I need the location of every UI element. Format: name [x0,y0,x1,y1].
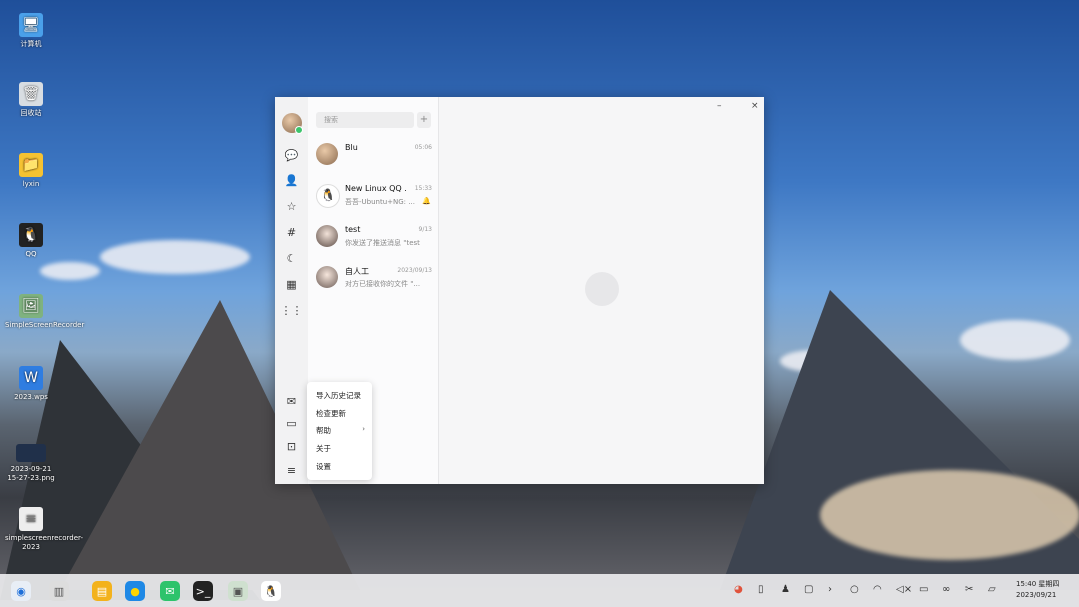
qq-penguin-icon: 🐧 [19,223,43,247]
cloud [820,470,1079,560]
trash-icon: 🗑 [19,82,43,106]
desktop-icon-label: QQ [25,250,37,258]
desktop-icon-label: 2023.wps [14,393,48,401]
color-picker-icon[interactable]: ◕ [734,584,743,595]
terminal-icon[interactable]: >_ [193,581,213,601]
contacts-icon[interactable]: 👤 [283,172,300,189]
avatar [316,143,338,165]
mute-icon: 🔔 [422,197,431,205]
qq-penguin-icon: 🐧 [316,184,340,208]
channel-icon[interactable]: # [283,224,300,241]
timestamp: 9/13 [418,226,432,233]
list-item[interactable]: 自人工 2023/09/13 对方已接收你的文件 "..." [308,260,438,300]
tools-icon[interactable]: ✂ [965,584,973,595]
notification-icon[interactable]: ▱ [988,584,996,595]
timestamp: 05:06 [414,144,432,151]
clock-time: 15:40 星期四 [1016,580,1060,588]
desktop-icon-label: 2023-09-21 15-27-23.png [7,465,55,482]
menu-item-about[interactable]: 关于 [316,443,331,454]
avatar[interactable] [282,113,303,134]
link-icon[interactable]: ∞ [942,584,950,595]
desktop-icon-png[interactable]: 2023-09-21 15-27-23.png [5,444,57,483]
bookmark-icon[interactable]: ⊡ [283,438,300,455]
png-thumbnail-icon [16,444,46,462]
menu-item-help[interactable]: 帮助 [316,425,331,436]
contact-name: Blu [345,143,358,152]
desktop-icon-folder[interactable]: 📁 lyxin [5,153,57,189]
menu-icon[interactable]: ≡ [283,462,300,479]
qq-penguin-icon[interactable]: 🐧 [261,581,281,601]
wifi-icon[interactable]: ◠ [873,584,882,595]
store-icon[interactable]: ▦ [283,276,300,293]
desktop-icon-recorder[interactable]: 🖼 SimpleScreenRecorder [5,294,84,330]
taskbar-clock[interactable]: 15:40 星期四 2023/09/21 [1016,579,1059,601]
message-preview: 对方已接收你的文件 "..." [345,280,420,288]
message-preview: 你发送了推送消息 "test" [345,239,420,247]
minimize-button[interactable]: – [717,101,722,111]
desktop-icon-trash[interactable]: 🗑 回收站 [5,82,57,118]
add-button[interactable]: + [417,112,431,128]
menu-item-import-history[interactable]: 导入历史记录 [316,390,361,401]
desktop-icon-label: 计算机 [20,40,42,48]
avatar [316,225,338,247]
apps-grid-icon[interactable]: ⋮⋮ [281,302,303,319]
multitask-view-icon[interactable]: ▥ [49,581,69,601]
message-preview: 吾吾-Ubuntu+NG: ... [345,198,415,206]
qq-watermark-icon [585,272,619,306]
desktop-icon-qq[interactable]: 🐧 QQ [5,223,57,259]
wps-doc-icon: W [19,366,43,390]
chevron-right-icon: › [362,425,365,433]
taskbar: ◉ ▥ ▤ ● ✉ >_ ▣ 🐧 ◕ ▯ ♟ ▢ › ○ ◠ ◁× ▭ ∞ ✂ … [0,574,1079,607]
mail-icon[interactable]: ✉ [283,393,300,410]
list-item[interactable]: 🐧 New Linux QQ ... 15:33 吾吾-Ubuntu+NG: .… [308,178,438,218]
folder-icon: 📁 [19,153,43,177]
file-manager-icon[interactable]: ▤ [92,581,112,601]
clipboard-icon[interactable]: ▯ [758,584,764,595]
menu-item-settings[interactable]: 设置 [316,461,331,472]
text-file-icon: ≡ [19,507,43,531]
menu-item-check-update[interactable]: 检查更新 [316,408,346,419]
cloud [100,240,250,274]
search-input[interactable]: 搜索 [316,112,414,128]
avatar [316,266,338,288]
search-icon[interactable]: ○ [850,584,859,595]
qq-tray-icon[interactable]: ♟ [781,584,790,595]
chevron-right-icon[interactable]: › [828,584,832,595]
moon-icon[interactable]: ☾ [283,250,300,267]
sidebar-rail: 💬 👤 ☆ # ☾ ▦ ⋮⋮ ✉ ▭ ⊡ ≡ [275,97,308,484]
desktop-icon-label: lyxin [22,180,40,188]
timestamp: 2023/09/13 [397,267,432,274]
star-icon[interactable]: ☆ [283,198,300,215]
list-item[interactable]: Blu 05:06 [308,137,438,177]
image-viewer-icon: 🖼 [19,294,43,318]
computer-icon: 🖥 [19,13,43,37]
app-store-icon[interactable]: ✉ [160,581,180,601]
close-button[interactable]: × [751,101,759,111]
launcher-icon[interactable]: ◉ [11,581,31,601]
desktop-icon-label: 回收站 [20,109,42,117]
desktop-icon-label: SimpleScreenRecorder [5,321,85,329]
image-viewer-icon[interactable]: ▣ [228,581,248,601]
keyboard-icon[interactable]: ▭ [919,584,928,595]
list-item[interactable]: test 9/13 你发送了推送消息 "test" [308,219,438,259]
message-icon[interactable]: 💬 [283,147,300,164]
volume-mute-icon[interactable]: ◁× [896,584,912,595]
desktop-icon-computer[interactable]: 🖥 计算机 [5,13,57,49]
context-menu: 导入历史记录 检查更新 帮助 › 关于 设置 [307,382,372,480]
folder-icon[interactable]: ▭ [283,415,300,432]
browser-icon[interactable]: ● [125,581,145,601]
desktop-icon-wps[interactable]: W 2023.wps [5,366,57,402]
contact-name: New Linux QQ ... [345,184,407,193]
cloud [40,262,100,280]
contact-name: test [345,225,361,234]
timestamp: 15:33 [414,185,432,192]
clock-date: 2023/09/21 [1016,591,1057,599]
screenshot-icon[interactable]: ▢ [804,584,813,595]
desktop-icon-textfile[interactable]: ≡ simplescreenrecorder-2023 [5,507,83,552]
